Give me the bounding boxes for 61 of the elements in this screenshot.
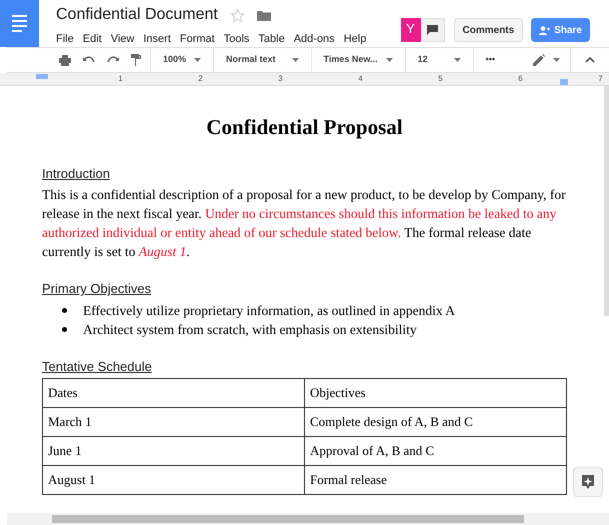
comments-button[interactable]: Comments	[454, 18, 524, 42]
style-dropdown[interactable]: Normal text	[214, 48, 312, 72]
font-size-dropdown[interactable]: 12	[406, 48, 474, 72]
dropdown-caret-icon	[553, 58, 560, 62]
bullet-icon	[62, 308, 67, 312]
ruler-number: 1	[117, 73, 124, 85]
margin-marker-icon[interactable]	[560, 79, 568, 85]
ruler-number: 4	[357, 73, 364, 85]
table-cell: Complete design of A, B and C	[304, 408, 566, 436]
bullet-text: Effectively utilize proprietary information, as outlined in appendix A	[83, 302, 456, 320]
menu-item[interactable]: Edit	[82, 31, 102, 48]
font-dropdown[interactable]: Times New...	[312, 48, 406, 72]
sparkle-icon	[582, 475, 594, 489]
docs-logo-icon[interactable]	[0, 0, 39, 47]
dropdown-caret-icon	[194, 58, 202, 62]
paint-format-icon[interactable]	[131, 54, 141, 66]
paragraph: This is a confidential description of a proposal for a new product, to be develop by Company, for release in the next fiscal year. Under no circumstances should this information be leaked to any authorized individual or entity ahead of our schedule stated below. The formal release date currently is set to August 1.	[42, 186, 567, 261]
table-cell: Approval of A, B and C	[304, 436, 566, 466]
ruler-number: 7	[597, 73, 604, 85]
menu-item[interactable]: File	[56, 31, 74, 48]
user-avatar[interactable]: Y	[400, 18, 421, 42]
indent-marker-icon[interactable]	[36, 74, 48, 79]
section-heading: Introduction	[42, 164, 111, 182]
speech-bubble-icon	[427, 25, 438, 35]
dropdown-caret-icon	[454, 58, 461, 62]
person-icon	[539, 26, 550, 34]
menu-item[interactable]: Format	[180, 31, 215, 48]
menu-item[interactable]: Tools	[224, 31, 250, 48]
ruler-number: 3	[277, 73, 284, 85]
zoom-dropdown[interactable]: 100%	[151, 48, 214, 72]
document-heading: Confidential Proposal	[205, 114, 404, 141]
bullet-text: Architect system from scratch, with emphasis on extensibility	[83, 320, 417, 338]
comment-history-button[interactable]	[420, 18, 445, 42]
ruler-number: 5	[437, 73, 444, 85]
dropdown-caret-icon	[292, 58, 299, 62]
collapse-chevron-icon[interactable]	[585, 57, 595, 63]
menu-item[interactable]: Table	[258, 31, 285, 48]
explore-button[interactable]	[573, 467, 603, 497]
menu-item[interactable]: Insert	[143, 31, 171, 48]
dropdown-caret-icon	[386, 58, 393, 62]
menu-item[interactable]: Add-ons	[294, 31, 335, 48]
menu-item[interactable]: Help	[344, 31, 366, 48]
bullet-icon	[62, 326, 67, 332]
table-cell: Objectives	[304, 378, 566, 408]
section-heading: Primary Objectives	[42, 280, 152, 298]
star-icon[interactable]	[230, 8, 245, 22]
ruler-number: 2	[197, 73, 204, 85]
pencil-icon	[533, 54, 545, 66]
ruler-number: 6	[517, 73, 524, 85]
table-cell: Formal release	[304, 466, 566, 494]
table-cell: March 1	[42, 408, 304, 436]
document-title[interactable]: Confidential Document	[56, 3, 218, 27]
table-cell: June 1	[42, 436, 304, 466]
redo-icon[interactable]	[107, 56, 119, 64]
table-cell: Dates	[42, 378, 304, 408]
more-button[interactable]: •••	[474, 48, 508, 72]
table-cell: August 1	[42, 466, 304, 494]
folder-icon[interactable]	[256, 10, 271, 20]
menu-item[interactable]: View	[110, 31, 134, 48]
section-heading: Tentative Schedule	[42, 358, 153, 376]
undo-icon[interactable]	[83, 56, 95, 64]
